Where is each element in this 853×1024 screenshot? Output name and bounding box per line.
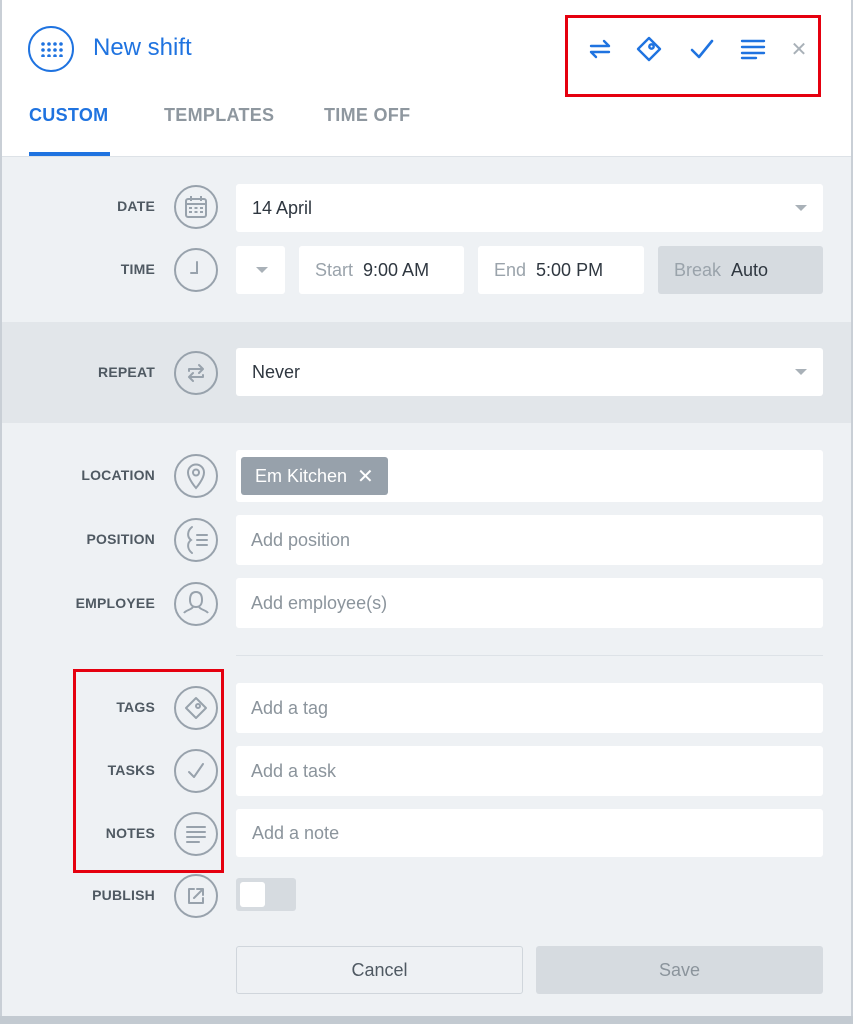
chevron-down-icon bbox=[795, 369, 807, 375]
location-label: LOCATION bbox=[81, 467, 155, 483]
position-label: POSITION bbox=[86, 531, 155, 547]
employee-input[interactable]: Add employee(s) bbox=[236, 578, 823, 628]
tags-placeholder: Add a tag bbox=[251, 697, 329, 718]
tab-custom[interactable]: CUSTOM bbox=[29, 105, 108, 126]
person-icon bbox=[174, 582, 218, 626]
repeat-value: Never bbox=[252, 361, 301, 382]
remove-location-icon[interactable]: ✕ bbox=[357, 464, 374, 489]
toggle-knob bbox=[240, 882, 265, 907]
location-field[interactable]: Em Kitchen ✕ bbox=[236, 450, 823, 502]
calendar-list-icon bbox=[28, 26, 74, 72]
date-select[interactable]: 14 April bbox=[236, 184, 823, 232]
employee-placeholder: Add employee(s) bbox=[251, 592, 388, 613]
tasks-placeholder: Add a task bbox=[251, 760, 337, 781]
chevron-down-icon bbox=[795, 205, 807, 211]
calendar-icon bbox=[174, 185, 218, 229]
end-label: End bbox=[494, 259, 527, 280]
tasks-input[interactable]: Add a task bbox=[236, 746, 823, 796]
break-value: Auto bbox=[731, 259, 769, 280]
end-time-field[interactable]: End 5:00 PM bbox=[478, 246, 644, 294]
start-time-value: 9:00 AM bbox=[363, 259, 430, 280]
background-strip bbox=[0, 1016, 853, 1024]
start-time-field[interactable]: Start 9:00 AM bbox=[299, 246, 464, 294]
publish-label: PUBLISH bbox=[92, 887, 155, 903]
employee-label: EMPLOYEE bbox=[75, 595, 155, 611]
chevron-down-icon bbox=[256, 267, 268, 273]
notes-placeholder: Add a note bbox=[252, 822, 340, 843]
date-value: 14 April bbox=[252, 197, 313, 218]
location-pin-icon bbox=[174, 454, 218, 498]
annotation-box-tags-tasks-notes bbox=[73, 669, 224, 873]
publish-toggle[interactable] bbox=[236, 878, 296, 911]
start-label: Start bbox=[315, 259, 354, 280]
position-icon bbox=[174, 518, 218, 562]
page-title: New shift bbox=[93, 34, 192, 61]
tags-input[interactable]: Add a tag bbox=[236, 683, 823, 733]
cancel-button[interactable]: Cancel bbox=[236, 946, 523, 994]
break-label: Break bbox=[674, 259, 722, 280]
tab-time-off[interactable]: TIME OFF bbox=[324, 105, 410, 126]
position-placeholder: Add position bbox=[251, 529, 351, 550]
active-tab-indicator bbox=[29, 152, 110, 156]
end-time-value: 5:00 PM bbox=[536, 259, 604, 280]
time-label: TIME bbox=[120, 261, 155, 277]
repeat-select[interactable]: Never bbox=[236, 348, 823, 396]
position-input[interactable]: Add position bbox=[236, 515, 823, 565]
date-label: DATE bbox=[117, 198, 155, 214]
section-divider bbox=[236, 655, 823, 656]
location-chip: Em Kitchen ✕ bbox=[241, 457, 388, 495]
annotation-box-header-actions bbox=[565, 15, 821, 97]
save-button[interactable]: Save bbox=[536, 946, 823, 994]
repeat-label: REPEAT bbox=[98, 364, 155, 380]
repeat-icon bbox=[174, 351, 218, 395]
notes-input[interactable]: Add a note bbox=[236, 809, 823, 857]
clock-icon bbox=[174, 248, 218, 292]
location-chip-label: Em Kitchen bbox=[255, 465, 348, 486]
tab-templates[interactable]: TEMPLATES bbox=[164, 105, 274, 126]
external-link-icon bbox=[174, 874, 218, 918]
new-shift-modal: New shift ✕ CUSTOM TEMPLATES TIME OFF DA… bbox=[2, 0, 851, 1024]
break-field[interactable]: Break Auto bbox=[658, 246, 823, 294]
time-preset-select[interactable] bbox=[236, 246, 285, 294]
